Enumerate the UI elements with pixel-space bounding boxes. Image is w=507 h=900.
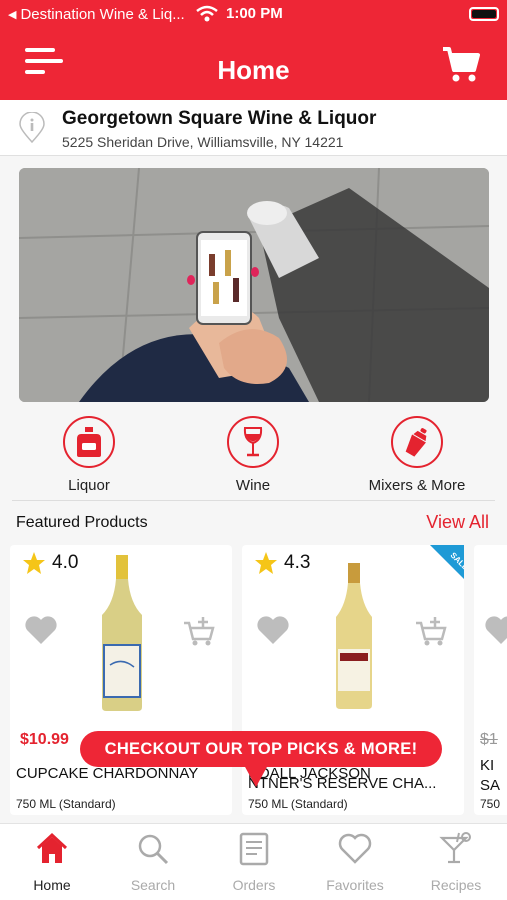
home-icon [36, 832, 68, 863]
tab-favorites[interactable]: Favorites [305, 832, 405, 893]
view-all-link[interactable]: View All [426, 512, 489, 533]
bottom-tab-bar: Home Search Orders Favorites Recipes [0, 823, 507, 900]
status-time: 1:00 PM [226, 5, 283, 22]
tab-orders[interactable]: Orders [204, 832, 304, 893]
product-image [102, 555, 142, 711]
favorite-heart-icon[interactable] [24, 615, 58, 645]
category-label: Wine [235, 477, 271, 494]
back-app-label: Destination Wine & Liq... [20, 6, 185, 23]
orders-icon [239, 832, 269, 866]
product-size: 750 ML (Standard) [16, 797, 116, 811]
tab-label: Search [130, 877, 176, 893]
favorite-heart-icon[interactable] [484, 615, 507, 645]
back-arrow-icon: ◀ [8, 9, 17, 21]
star-icon [23, 552, 45, 574]
shopping-cart-icon[interactable] [441, 44, 481, 84]
product-name: CUPCAKE CHARDONNAY [16, 765, 199, 782]
store-info-bar[interactable]: Georgetown Square Wine & Liquor 5225 She… [0, 100, 507, 156]
back-to-app[interactable]: ◀ Destination Wine & Liq... [8, 6, 185, 23]
tab-label: Favorites [326, 877, 384, 893]
product-price: $10.99 [20, 731, 69, 748]
wifi-icon [196, 5, 218, 22]
hero-photo [19, 168, 489, 402]
section-divider [12, 500, 495, 501]
product-image [336, 563, 372, 709]
category-row: Liquor Wine Mixers & More [0, 410, 507, 502]
cocktail-glass-icon [439, 832, 471, 864]
wine-glass-icon [243, 427, 263, 457]
category-wine[interactable]: Wine [193, 416, 313, 494]
promo-tooltip-pointer [244, 765, 268, 787]
tab-recipes[interactable]: Recipes [406, 832, 506, 893]
favorite-heart-icon[interactable] [256, 615, 290, 645]
page-title: Home [217, 55, 290, 85]
product-card[interactable]: $1 KI SA 750 [474, 545, 507, 815]
tab-label: Recipes [430, 877, 482, 893]
liquor-bottle-icon [77, 427, 101, 457]
product-name-line1: KI [480, 757, 495, 774]
sale-badge: SALE [430, 545, 464, 579]
rating-value: 4.0 [52, 552, 79, 573]
tab-search[interactable]: Search [103, 832, 203, 893]
store-address: 5225 Sheridan Drive, Williamsville, NY 1… [62, 134, 344, 150]
battery-icon [469, 7, 499, 21]
add-to-cart-icon[interactable] [182, 615, 216, 647]
product-card[interactable]: 4.3 SALE NDALL JACKSON NTNER'S RESERVE C… [242, 545, 464, 815]
search-icon [138, 834, 169, 865]
rating-value: 4.3 [284, 552, 311, 573]
product-card[interactable]: 4.0 $10.99 CUPCAKE CHARDONNAY 750 ML (St… [10, 545, 232, 815]
tab-label: Home [33, 877, 71, 893]
promo-tooltip[interactable]: CHECKOUT OUR TOP PICKS & MORE! [80, 731, 442, 767]
featured-products-title: Featured Products [16, 514, 148, 531]
category-label: Liquor [68, 477, 110, 494]
app-header: Home [0, 30, 507, 100]
status-bar: ◀ Destination Wine & Liq... 1:00 PM [0, 0, 507, 30]
add-to-cart-icon[interactable] [414, 615, 448, 647]
category-label: Mixers & More [368, 477, 466, 494]
store-name: Georgetown Square Wine & Liquor [62, 108, 377, 129]
heart-icon [338, 833, 372, 864]
product-name-line2: NTNER'S RESERVE CHA... [248, 775, 437, 792]
product-rating: 4.0 [22, 551, 78, 575]
category-mixers[interactable]: Mixers & More [357, 416, 477, 494]
product-size: 750 ML (Standard) [248, 797, 348, 811]
product-rating: 4.3 [254, 551, 310, 575]
tab-label: Orders [232, 877, 276, 893]
star-icon [255, 552, 277, 574]
tab-home[interactable]: Home [2, 832, 102, 893]
product-size: 750 [480, 797, 501, 811]
category-liquor[interactable]: Liquor [29, 416, 149, 494]
product-price: $1 [480, 731, 498, 748]
app-screen: ◀ Destination Wine & Liq... 1:00 PM Home [0, 0, 507, 900]
cocktail-shaker-icon [405, 428, 427, 457]
hero-banner-image[interactable] [19, 168, 489, 402]
product-name-line2: SA [480, 777, 501, 794]
location-info-icon [19, 112, 45, 144]
